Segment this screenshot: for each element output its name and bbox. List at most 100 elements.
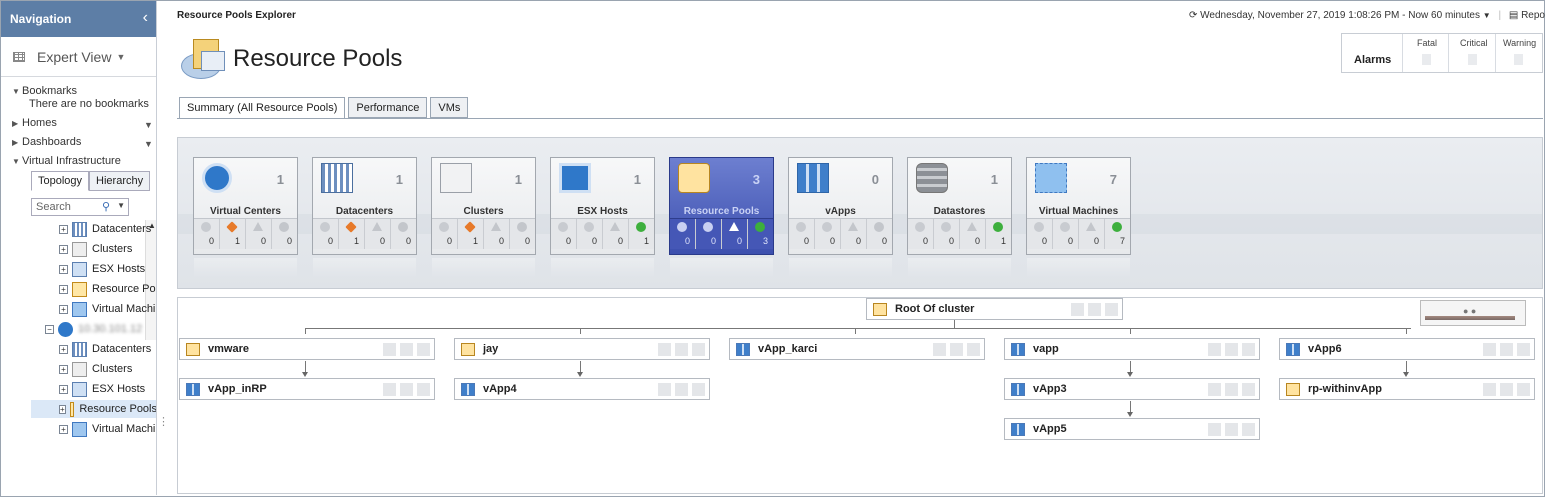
tile-status-fatal[interactable]: 0 xyxy=(194,219,220,249)
tile-status-warning[interactable]: 0 xyxy=(1079,219,1105,249)
filter-icon[interactable]: ▼ xyxy=(144,120,153,130)
tile-virtual-machines[interactable]: 7 Virtual Machines 0 0 0 7 xyxy=(1026,157,1131,278)
tile-status-warning[interactable]: 0 xyxy=(365,219,391,249)
tile-status-count: 0 xyxy=(446,236,452,246)
expand-icon[interactable]: + xyxy=(59,424,68,434)
tree-item[interactable]: + Datacenters xyxy=(59,340,151,358)
reports-icon[interactable]: ▤ xyxy=(1509,10,1518,21)
tab-vms[interactable]: VMs xyxy=(430,97,469,118)
topology-minimap[interactable]: ● ● xyxy=(1420,300,1526,326)
tile-status-warning[interactable]: 0 xyxy=(960,219,986,249)
tile-datacenters[interactable]: 1 Datacenters 0 1 0 0 xyxy=(312,157,417,278)
chevron-down-icon[interactable]: ▼ xyxy=(117,201,125,210)
tile-status-fatal[interactable]: 0 xyxy=(313,219,339,249)
tile-status-normal[interactable]: 0 xyxy=(867,219,892,249)
tile-status-critical[interactable]: 0 xyxy=(934,219,960,249)
tree-item-virtual-center[interactable]: − 10.30.101.12 xyxy=(45,320,142,338)
tree-item[interactable]: + Datacenters xyxy=(59,220,151,238)
tile-clusters[interactable]: 1 Clusters 0 1 0 0 xyxy=(431,157,536,278)
homes-section[interactable]: ▶ Homes xyxy=(12,117,57,129)
tile-vapps[interactable]: 0 vApps 0 0 0 0 xyxy=(788,157,893,278)
tile-status-normal[interactable]: 1 xyxy=(986,219,1011,249)
tile-status-normal[interactable]: 1 xyxy=(629,219,654,249)
tile-status-critical[interactable]: 1 xyxy=(339,219,365,249)
chevron-down-icon[interactable]: ▼ xyxy=(1483,11,1491,20)
virtual-infrastructure-section[interactable]: ▼ Virtual Infrastructure xyxy=(12,155,121,167)
dashboards-section[interactable]: ▶ Dashboards xyxy=(12,136,81,148)
tree-item[interactable]: + Virtual Machines xyxy=(59,420,156,438)
tree-item-selected[interactable]: + Resource Pools xyxy=(31,400,156,418)
topology-node-vapp4[interactable]: vApp4 xyxy=(454,378,710,400)
tab-hierarchy[interactable]: Hierarchy xyxy=(89,171,151,191)
expand-icon[interactable]: + xyxy=(59,364,68,374)
topology-node-vapp6[interactable]: vApp6 xyxy=(1279,338,1535,360)
tile-esx-hosts[interactable]: 1 ESX Hosts 0 0 0 1 xyxy=(550,157,655,278)
tree-item[interactable]: + Clusters xyxy=(59,240,132,258)
tile-status-normal[interactable]: 0 xyxy=(510,219,535,249)
expand-icon[interactable]: + xyxy=(59,304,68,314)
topology-node-vapp3[interactable]: vApp3 xyxy=(1004,378,1260,400)
tile-status-warning[interactable]: 0 xyxy=(722,219,748,249)
expand-icon[interactable]: + xyxy=(59,284,68,294)
tile-status-fatal[interactable]: 0 xyxy=(551,219,577,249)
time-range-selector[interactable]: Wednesday, November 27, 2019 1:08:26 PM … xyxy=(1200,10,1480,21)
expand-icon[interactable]: + xyxy=(59,344,68,354)
expand-icon[interactable]: + xyxy=(59,404,66,414)
expand-icon[interactable]: + xyxy=(59,244,68,254)
tile-status-fatal[interactable]: 0 xyxy=(789,219,815,249)
tile-status-warning[interactable]: 0 xyxy=(246,219,272,249)
tile-virtual-centers[interactable]: 1 Virtual Centers 0 1 0 0 xyxy=(193,157,298,278)
view-selector[interactable]: Expert View ▼ xyxy=(1,37,156,77)
topology-node-vapp-karci[interactable]: vApp_karci xyxy=(729,338,985,360)
tree-item[interactable]: + Resource Pools xyxy=(59,280,156,298)
topology-node-vapp5[interactable]: vApp5 xyxy=(1004,418,1260,440)
tile-resource-pools[interactable]: 3 Resource Pools 0 0 0 3 xyxy=(669,157,774,278)
tile-status-critical[interactable]: 0 xyxy=(815,219,841,249)
tile-status-warning[interactable]: 0 xyxy=(484,219,510,249)
tile-status-critical[interactable]: 0 xyxy=(696,219,722,249)
tree-item[interactable]: + ESX Hosts xyxy=(59,260,145,278)
alarms-summary[interactable]: Fatal Critical Warning Alarms xyxy=(1341,33,1543,73)
tile-status-critical[interactable]: 0 xyxy=(577,219,603,249)
tab-topology[interactable]: Topology xyxy=(31,171,90,191)
zoom-slider-icon[interactable]: ● ● xyxy=(1463,306,1476,316)
zoom-slider[interactable] xyxy=(1425,316,1515,320)
tile-status-critical[interactable]: 1 xyxy=(458,219,484,249)
collapse-icon[interactable]: − xyxy=(45,324,54,334)
tile-status-fatal[interactable]: 0 xyxy=(670,219,696,249)
search-icon[interactable]: ⚲ xyxy=(102,200,110,213)
expand-icon[interactable]: + xyxy=(59,224,68,234)
tile-status-normal[interactable]: 3 xyxy=(748,219,773,249)
search-input[interactable]: Search ⚲ ▼ xyxy=(31,198,129,216)
tile-status-warning[interactable]: 0 xyxy=(841,219,867,249)
tab-summary[interactable]: Summary (All Resource Pools) xyxy=(179,97,346,119)
topology-root-node[interactable]: Root Of cluster xyxy=(866,298,1123,320)
expand-icon[interactable]: + xyxy=(59,384,68,394)
tile-status-fatal[interactable]: 0 xyxy=(1027,219,1053,249)
alarms-critical-header: Critical xyxy=(1460,38,1488,48)
topology-node-vapp-inrp[interactable]: vApp_inRP xyxy=(179,378,435,400)
tile-status-critical[interactable]: 1 xyxy=(220,219,246,249)
tab-performance[interactable]: Performance xyxy=(348,97,428,118)
topology-node-rp-withinvapp[interactable]: rp-withinvApp xyxy=(1279,378,1535,400)
tile-status-normal[interactable]: 0 xyxy=(272,219,297,249)
tree-item[interactable]: + Clusters xyxy=(59,360,132,378)
tile-datastores[interactable]: 1 Datastores 0 0 0 1 xyxy=(907,157,1012,278)
filter-icon[interactable]: ▼ xyxy=(144,139,153,149)
expand-icon[interactable]: + xyxy=(59,264,68,274)
tree-item[interactable]: + ESX Hosts xyxy=(59,380,145,398)
time-range-icon[interactable]: ⟳ xyxy=(1189,10,1197,21)
tile-status-fatal[interactable]: 0 xyxy=(908,219,934,249)
tile-status-normal[interactable]: 7 xyxy=(1105,219,1130,249)
topology-node-vapp[interactable]: vapp xyxy=(1004,338,1260,360)
tile-status-normal[interactable]: 0 xyxy=(391,219,416,249)
collapse-nav-icon[interactable]: ‹ xyxy=(143,9,148,27)
tile-status-fatal[interactable]: 0 xyxy=(432,219,458,249)
bookmarks-section[interactable]: ▼ Bookmarks xyxy=(12,85,77,97)
tile-status-warning[interactable]: 0 xyxy=(603,219,629,249)
topology-node-vmware[interactable]: vmware xyxy=(179,338,435,360)
topology-node-jay[interactable]: jay xyxy=(454,338,710,360)
reports-button[interactable]: Reports xyxy=(1521,10,1545,21)
tree-item[interactable]: + Virtual Machines xyxy=(59,300,156,318)
tile-status-critical[interactable]: 0 xyxy=(1053,219,1079,249)
